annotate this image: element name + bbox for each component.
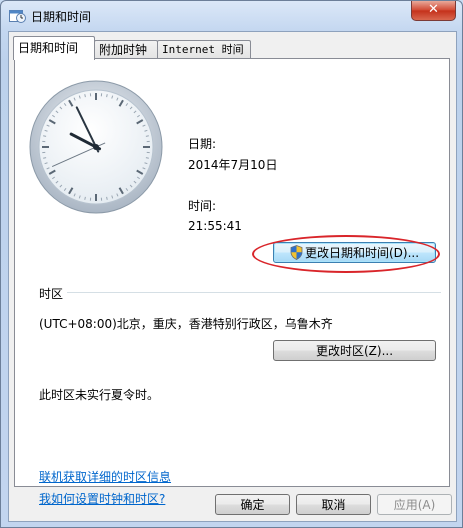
clock-minute-tick xyxy=(106,196,108,200)
time-value: 21:55:41 xyxy=(188,219,242,233)
dialog-body: 日期和时间 附加时钟 Internet 时间 日期: 2014年7月10日 时间… xyxy=(8,31,457,522)
clock-minute-tick xyxy=(145,157,149,159)
date-label: 日期: xyxy=(188,137,217,151)
title-bar[interactable]: 日期和时间 ✕ xyxy=(1,1,462,31)
clock-minute-tick xyxy=(84,94,86,98)
clock-minute-tick xyxy=(43,157,47,159)
clock-minute-tick xyxy=(43,135,47,137)
window-title: 日期和时间 xyxy=(31,10,92,24)
timezone-section-label: 时区 xyxy=(39,287,64,301)
calendar-clock-icon xyxy=(9,8,26,23)
analog-clock xyxy=(28,79,164,218)
timezone-value: (UTC+08:00)北京，重庆，香港特别行政区，乌鲁木齐 xyxy=(39,317,333,331)
clock-minute-tick xyxy=(145,135,149,137)
clock-minute-tick xyxy=(106,94,108,98)
howto-set-clock-link[interactable]: 我如何设置时钟和时区? xyxy=(39,490,165,507)
tab-additional-clocks[interactable]: 附加时钟 xyxy=(94,40,158,59)
tab-internet-time[interactable]: Internet 时间 xyxy=(157,40,251,59)
cancel-button[interactable]: 取消 xyxy=(296,494,371,515)
apply-button: 应用(A) xyxy=(377,494,452,515)
date-value: 2014年7月10日 xyxy=(188,158,278,172)
dst-note: 此时区未实行夏令时。 xyxy=(39,388,160,402)
change-timezone-button[interactable]: 更改时区(Z)... xyxy=(273,340,436,361)
clock-minute-tick xyxy=(84,196,86,200)
section-divider xyxy=(67,292,441,293)
dialog-window: 日期和时间 ✕ 日期和时间 附加时钟 Internet 时间 日期: 2014年… xyxy=(0,0,463,528)
ok-button[interactable]: 确定 xyxy=(215,494,290,515)
red-highlight-circle xyxy=(252,235,440,273)
time-label: 时间: xyxy=(188,199,217,213)
close-button[interactable]: ✕ xyxy=(411,1,456,21)
online-timezone-info-link[interactable]: 联机获取详细的时区信息 xyxy=(39,468,171,485)
tab-date-time[interactable]: 日期和时间 xyxy=(13,36,95,60)
tab-panel-date-time: 日期: 2014年7月10日 时间: 21:55:41 更改日期和时间(D)..… xyxy=(14,58,450,506)
